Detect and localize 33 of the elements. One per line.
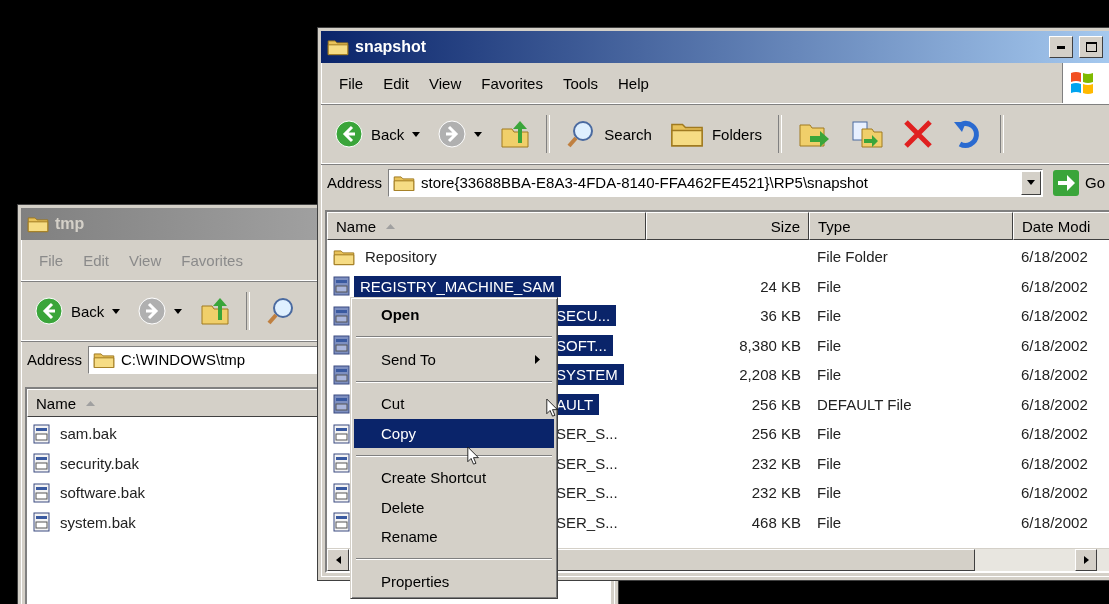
size-cell-text: 256 KB	[750, 395, 802, 413]
type-cell-text: File	[816, 484, 843, 502]
type-cell-text: DEFAULT File	[816, 395, 913, 413]
date-cell-text: 6/18/2002	[1020, 366, 1089, 384]
size-cell-text: 36 KB	[759, 307, 802, 325]
size-cell-text: 232 KB	[750, 454, 802, 472]
date-cell-text: 6/18/2002	[1020, 513, 1089, 531]
date-cell-text: 6/18/2002	[1020, 395, 1089, 413]
type-cell-text: File Folder	[816, 248, 889, 266]
size-cell-text: 24 KB	[759, 277, 802, 295]
date-cell-text: 6/18/2002	[1020, 425, 1089, 443]
date-cell-text: 6/18/2002	[1020, 277, 1089, 295]
date-cell-text: 6/18/2002	[1020, 248, 1089, 266]
type-cell-text: File	[816, 425, 843, 443]
window-title: tmp	[55, 215, 85, 233]
size-cell-text: 468 KB	[750, 513, 802, 531]
size-cell-text: 232 KB	[750, 484, 802, 502]
size-cell-text: 256 KB	[750, 425, 802, 443]
type-cell-text: File	[816, 366, 843, 384]
type-cell-text: File	[816, 513, 843, 531]
date-cell-text: 6/18/2002	[1020, 307, 1089, 325]
date-cell-text: 6/18/2002	[1020, 484, 1089, 502]
type-cell-text: File	[816, 336, 843, 354]
date-cell-text: 6/18/2002	[1020, 454, 1089, 472]
type-cell-text: File	[816, 277, 843, 295]
date-cell-text: 6/18/2002	[1020, 336, 1089, 354]
type-cell-text: File	[816, 307, 843, 325]
window-title: snapshot	[355, 38, 427, 56]
size-cell-text: 8,380 KB	[738, 336, 802, 354]
type-cell-text: File	[816, 454, 843, 472]
address-label: Address	[327, 174, 383, 191]
address-label: Address	[27, 351, 83, 368]
size-cell-text: 2,208 KB	[738, 366, 802, 384]
